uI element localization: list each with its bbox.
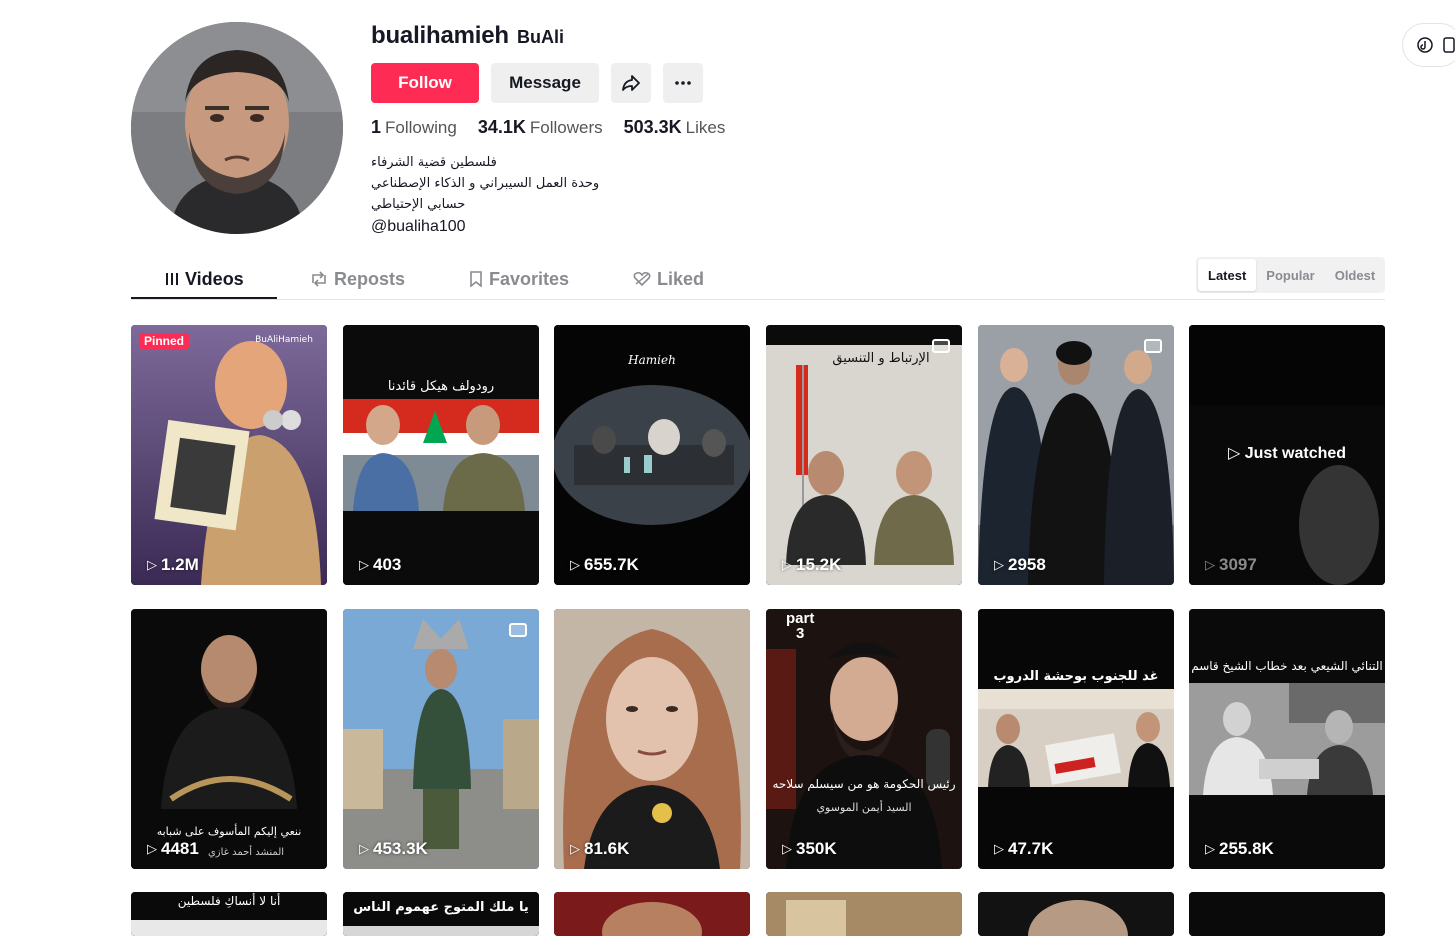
video-watermark: Hamieh bbox=[628, 353, 676, 367]
play-icon: ▷ bbox=[994, 841, 1004, 856]
video-card[interactable]: ▷ 81.6K bbox=[554, 609, 750, 869]
stat-followers[interactable]: 34.1K Followers bbox=[478, 117, 603, 138]
pinned-badge: Pinned bbox=[139, 333, 190, 349]
video-views: ▷ 403 bbox=[359, 555, 402, 574]
share-button[interactable] bbox=[611, 63, 651, 103]
side-action-button[interactable] bbox=[1402, 23, 1455, 67]
play-icon: ▷ bbox=[359, 841, 369, 856]
video-views: ▷ 255.8K bbox=[1205, 839, 1274, 858]
play-icon: ▷ bbox=[782, 557, 792, 572]
video-card[interactable]: يا ملك المتوج عهموم الناس bbox=[343, 892, 539, 936]
video-card[interactable]: الإرتباط و التنسيق ▷ 15.2K bbox=[766, 325, 962, 585]
video-views: ▷ 1.2M bbox=[147, 555, 199, 574]
video-caption: الإرتباط و التنسيق bbox=[832, 351, 930, 366]
tab-liked[interactable]: Liked bbox=[633, 258, 704, 300]
video-views: ▷ 453.3K bbox=[359, 839, 428, 858]
video-card[interactable] bbox=[554, 892, 750, 936]
video-views: ▷ 4481 bbox=[147, 839, 199, 858]
bio-line: فلسطين قضية الشرفاء bbox=[371, 155, 497, 170]
play-icon: ▷ bbox=[570, 841, 580, 856]
video-caption: غد للجنوب بوحشة الدروب bbox=[993, 669, 1159, 684]
video-card[interactable] bbox=[978, 892, 1174, 936]
video-card[interactable]: ▷ 2958 bbox=[978, 325, 1174, 585]
follow-button[interactable]: Follow bbox=[371, 63, 479, 103]
video-views: ▷ 3097 bbox=[1205, 555, 1257, 574]
play-icon: ▷ bbox=[359, 557, 369, 572]
video-card[interactable] bbox=[1189, 892, 1385, 936]
profile-avatar[interactable] bbox=[131, 22, 343, 234]
heart-icon bbox=[633, 271, 651, 287]
bio-line: وحدة العمل السيبراني و الذكاء الإصطناعي bbox=[371, 176, 600, 191]
sort-popular[interactable]: Popular bbox=[1256, 259, 1324, 291]
grid-icon bbox=[166, 273, 178, 285]
video-watermark: BuAliHamieh bbox=[255, 335, 313, 345]
tab-reposts[interactable]: Reposts bbox=[310, 258, 405, 300]
video-views: ▷ 81.6K bbox=[570, 839, 630, 858]
video-caption: السيد أيمن الموسوي bbox=[816, 801, 912, 814]
video-views: ▷ 2958 bbox=[994, 555, 1046, 574]
sort-latest[interactable]: Latest bbox=[1198, 259, 1257, 291]
bio-line: حسابي الإحتياطي bbox=[371, 197, 466, 212]
video-caption: التنائي الشيعي بعد خطاب الشيخ قاسم bbox=[1191, 659, 1383, 673]
photo-icon bbox=[509, 623, 527, 637]
video-views: ▷ 350K bbox=[782, 839, 837, 858]
sort-oldest[interactable]: Oldest bbox=[1325, 259, 1385, 291]
video-card[interactable]: ▷ 453.3K bbox=[343, 609, 539, 869]
video-card[interactable]: أنا لا أنساكِ فلسطين bbox=[131, 892, 327, 936]
play-icon: ▷ bbox=[147, 841, 157, 856]
play-icon: ▷ bbox=[147, 557, 157, 572]
profile-username: bualihamieh bbox=[371, 22, 509, 49]
photo-icon bbox=[1144, 339, 1162, 353]
stat-likes: 503.3K Likes bbox=[623, 117, 726, 137]
more-button[interactable] bbox=[663, 63, 703, 103]
video-card[interactable]: التنائي الشيعي بعد خطاب الشيخ قاسم ▷ 255.… bbox=[1189, 609, 1385, 869]
play-icon: ▷ bbox=[570, 557, 580, 572]
tab-videos[interactable]: Videos bbox=[165, 258, 244, 300]
video-card[interactable] bbox=[766, 892, 962, 936]
play-icon: ▷ bbox=[1205, 841, 1215, 856]
video-caption: رئيس الحكومة هو من سيسلم سلاحه bbox=[772, 777, 956, 791]
video-card[interactable]: ▷ Just watched ▷ 3097 bbox=[1189, 325, 1385, 585]
device-icon bbox=[1443, 37, 1455, 53]
sort-control: Latest Popular Oldest bbox=[1196, 257, 1385, 293]
play-icon: ▷ bbox=[1205, 557, 1215, 572]
tab-favorites[interactable]: Favorites bbox=[469, 258, 569, 300]
video-caption: ننعي إليكم المأسوف على شبابه bbox=[156, 825, 302, 838]
active-tab-indicator bbox=[131, 297, 277, 299]
video-views: ▷ 655.7K bbox=[570, 555, 639, 574]
share-icon bbox=[622, 75, 640, 91]
part-label: part 3 bbox=[786, 610, 815, 642]
video-card[interactable]: part 3 رئيس الحكومة هو من سيسلم سلاحه الس… bbox=[766, 609, 962, 869]
video-views: ▷ 15.2K bbox=[782, 555, 842, 574]
video-caption: أنا لا أنساكِ فلسطين bbox=[177, 894, 281, 908]
video-card[interactable]: رودولف هيكل قائدنا ▷ 403 bbox=[343, 325, 539, 585]
video-card[interactable]: Pinned BuAliHamieh ▷ 1.2M bbox=[131, 325, 327, 585]
video-caption: رودولف هيكل قائدنا bbox=[387, 379, 495, 394]
video-card[interactable]: غد للجنوب بوحشة الدروب ▷ 47.7K bbox=[978, 609, 1174, 869]
video-card[interactable]: Hamieh ▷ 655.7K bbox=[554, 325, 750, 585]
profile-nickname: BuAli bbox=[517, 27, 564, 47]
stat-following[interactable]: 1 Following bbox=[371, 117, 457, 138]
repost-icon bbox=[312, 271, 326, 287]
profile-stats: 1 Following 34.1K Followers 503.3K Likes bbox=[371, 117, 725, 138]
video-card[interactable]: ننعي إليكم المأسوف على شبابه المنشد أحمد… bbox=[131, 609, 327, 869]
just-watched-label: ▷ Just watched bbox=[1227, 445, 1347, 462]
video-caption: يا ملك المتوج عهموم الناس bbox=[353, 900, 529, 915]
profile-bio: فلسطين قضية الشرفاء وحدة العمل السيبراني… bbox=[371, 152, 599, 237]
bookmark-icon bbox=[470, 271, 482, 287]
video-views: ▷ 47.7K bbox=[994, 839, 1054, 858]
play-icon: ▷ bbox=[994, 557, 1004, 572]
play-icon: ▷ bbox=[782, 841, 792, 856]
message-button[interactable]: Message bbox=[491, 63, 599, 103]
tiktok-icon bbox=[1417, 37, 1433, 53]
bio-link[interactable]: @bualiha100 bbox=[371, 216, 599, 237]
more-icon bbox=[675, 81, 691, 85]
